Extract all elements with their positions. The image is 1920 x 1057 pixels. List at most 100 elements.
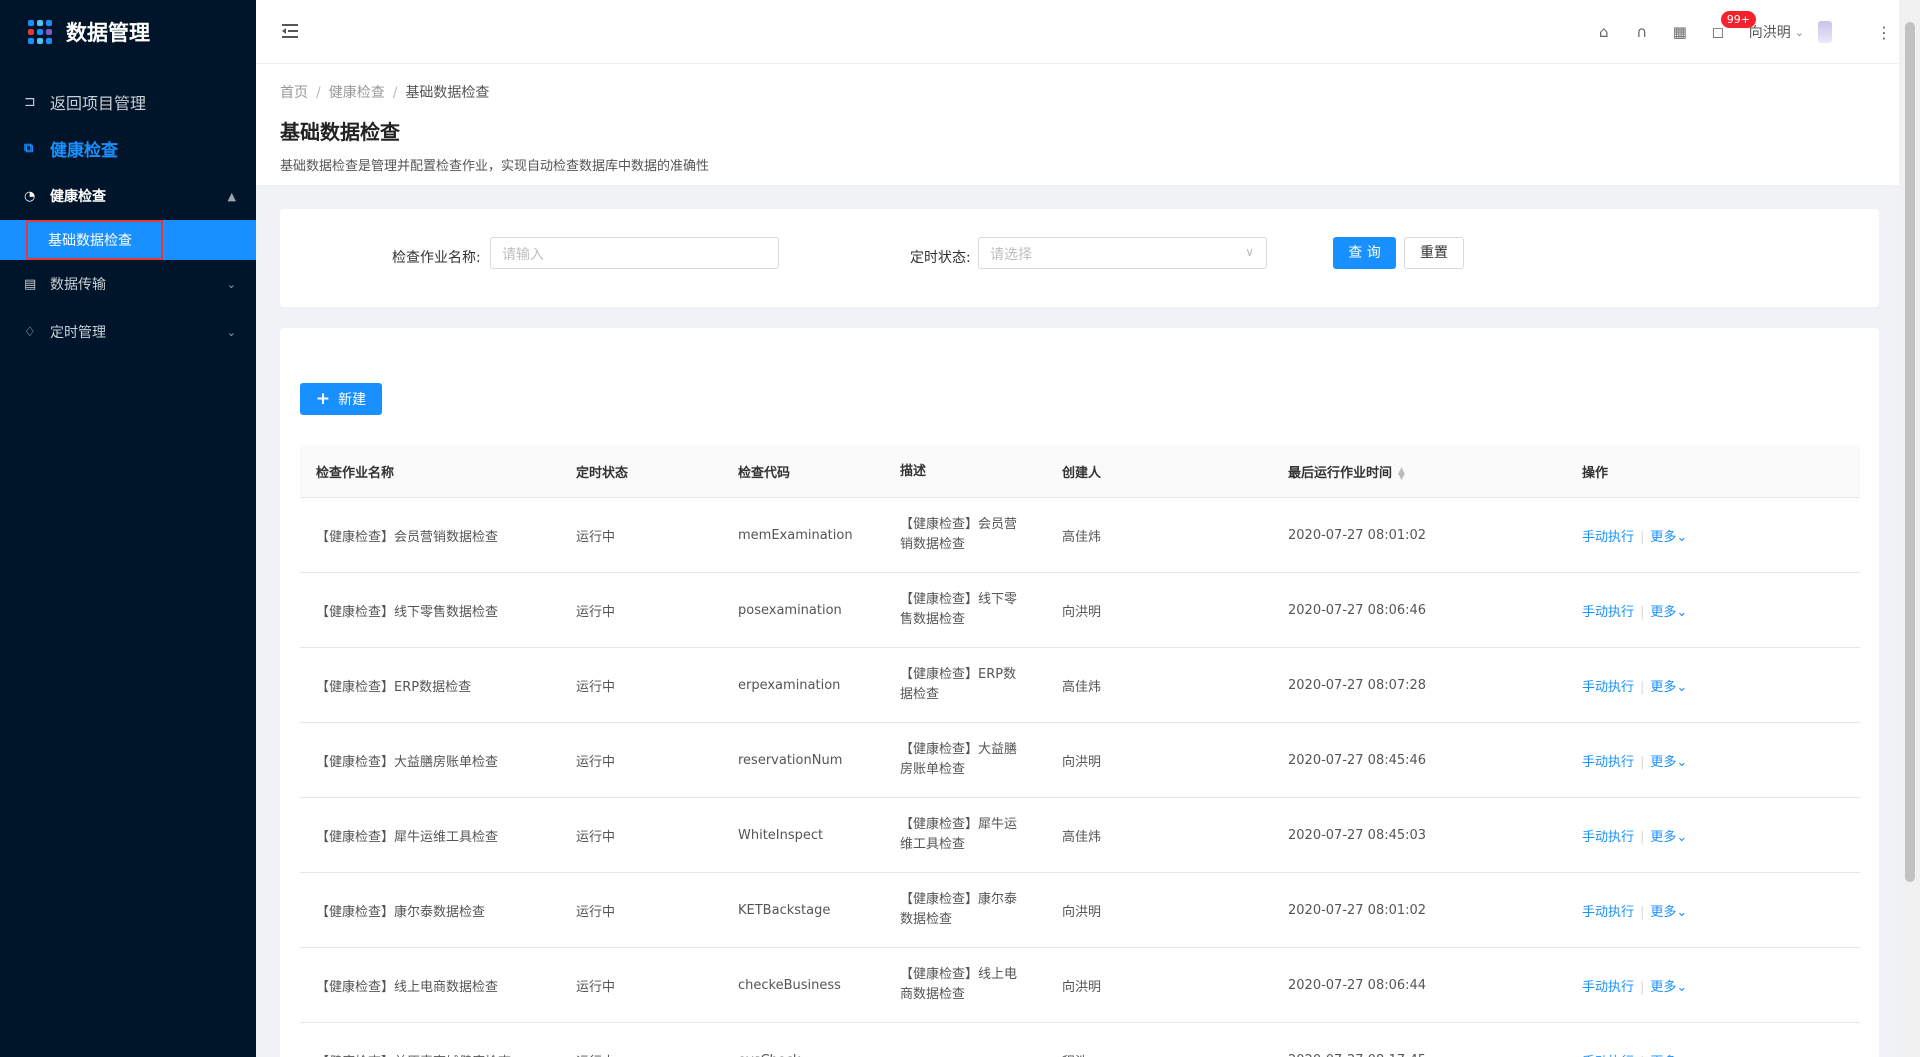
- scrollbar-thumb[interactable]: [1905, 22, 1915, 882]
- sidebar-menu-schedule[interactable]: ♢ 定时管理 ⌄: [0, 308, 256, 356]
- col-last-run-label: 最后运行作业时间: [1288, 466, 1393, 481]
- plus-icon: +: [315, 389, 331, 409]
- sidebar-menu-data-transfer[interactable]: ▤ 数据传输 ⌄: [0, 260, 256, 308]
- manual-run-link[interactable]: 手动执行: [1582, 830, 1634, 845]
- manual-run-link[interactable]: 手动执行: [1582, 980, 1634, 995]
- user-menu[interactable]: 向洪明 ⌄: [1749, 21, 1832, 43]
- more-label: 更多: [1650, 979, 1677, 995]
- app-grid-icon[interactable]: [28, 20, 52, 44]
- job-name-input[interactable]: 请输入: [490, 237, 779, 269]
- schedule-status-label: 定时状态:: [910, 250, 971, 266]
- home-icon[interactable]: ⌂: [1585, 0, 1623, 64]
- cell-description: 【健康检查】线上电商数据检查: [900, 967, 1018, 1002]
- divider: |: [1640, 829, 1645, 845]
- new-button[interactable]: + 新建: [300, 383, 382, 415]
- more-label: 更多: [1650, 604, 1677, 620]
- manual-run-link[interactable]: 手动执行: [1582, 755, 1634, 770]
- user-name: 向洪明: [1748, 25, 1791, 41]
- cell-job-name: 【健康检查】康尔泰数据检查: [316, 904, 486, 920]
- cell-description: 【健康检查】会员营销数据检查: [900, 517, 1018, 552]
- bell-icon: ◻: [1711, 23, 1724, 41]
- more-label: 更多: [1650, 679, 1677, 695]
- reset-button[interactable]: 重置: [1404, 237, 1464, 269]
- more-label: 更多: [1650, 754, 1677, 770]
- cell-status: 运行中: [576, 529, 616, 545]
- col-schedule-status: 定时状态: [576, 466, 629, 481]
- more-dropdown[interactable]: 更多⌄: [1650, 980, 1687, 995]
- menu-fold-icon[interactable]: [280, 21, 300, 41]
- table-row: 【健康检查】线上电商数据检查 运行中 checkeBusiness 【健康检查】线上电…: [300, 948, 1860, 1023]
- cell-creator: 高佳炜: [1062, 529, 1102, 545]
- menu-label: 健康检查: [50, 189, 106, 205]
- menu-label: 数据传输: [50, 277, 106, 293]
- col-job-name: 检查作业名称: [316, 466, 395, 481]
- sidebar-item-basic-data-check[interactable]: 基础数据检查: [0, 220, 256, 260]
- more-dropdown[interactable]: 更多⌄: [1650, 680, 1687, 695]
- table-row: 【健康检查】ERP数据检查 运行中 erpexamination 【健康检查】ERP数…: [300, 648, 1860, 723]
- col-last-run[interactable]: 最后运行作业时间 ▲ ▼: [1272, 462, 1566, 481]
- cell-code: WhiteInspect: [738, 827, 824, 843]
- table-row: 【健康检查】大益膳房账单检查 运行中 reservationNum 【健康检查】大益膳…: [300, 723, 1860, 798]
- brand: 数据管理: [0, 0, 256, 64]
- more-vertical-icon[interactable]: ⋮: [1876, 23, 1892, 42]
- avatar[interactable]: [1818, 21, 1832, 43]
- more-label: 更多: [1650, 904, 1677, 920]
- cell-status: 运行中: [576, 754, 616, 770]
- headset-icon[interactable]: ∩: [1623, 0, 1661, 64]
- cell-code: KETBackstage: [738, 902, 831, 918]
- divider: |: [1640, 679, 1645, 695]
- cell-creator: 高佳炜: [1062, 679, 1102, 695]
- page-description: 基础数据检查是管理并配置检查作业，实现自动检查数据库中数据的准确性: [280, 159, 710, 174]
- col-creator: 创建人: [1062, 466, 1102, 481]
- database-icon: ▤: [24, 276, 37, 292]
- section-label: 健康检查: [50, 140, 118, 161]
- schedule-status-select[interactable]: 请选择 ∨: [978, 237, 1267, 269]
- cell-job-name: 【健康检查】线下零售数据检查: [316, 604, 499, 620]
- more-label: 更多: [1650, 529, 1677, 545]
- more-dropdown[interactable]: 更多⌄: [1650, 905, 1687, 920]
- manual-run-link[interactable]: 手动执行: [1582, 680, 1634, 695]
- more-dropdown[interactable]: 更多⌄: [1650, 605, 1687, 620]
- cell-code: checkeBusiness: [738, 977, 841, 993]
- back-to-projects-link[interactable]: ⊐ 返回项目管理: [0, 80, 256, 124]
- breadcrumb-health-check[interactable]: 健康检查: [329, 85, 385, 101]
- section-health-check[interactable]: ⧉ 健康检查: [0, 124, 256, 172]
- manual-run-link[interactable]: 手动执行: [1582, 530, 1634, 545]
- divider: |: [1640, 529, 1645, 545]
- notification-bell[interactable]: ◻ 99+: [1699, 0, 1756, 64]
- cell-creator: 高佳炜: [1062, 829, 1102, 845]
- cell-description: 【健康检查】康尔泰数据检查: [900, 892, 1018, 927]
- cell-status: 运行中: [576, 904, 616, 920]
- query-button[interactable]: 查 询: [1333, 237, 1396, 269]
- chevron-down-icon: ⌄: [1676, 679, 1688, 695]
- back-icon: ⊐: [24, 94, 36, 110]
- cell-last-run: 2020-07-27 08:45:03: [1288, 827, 1427, 843]
- manual-run-link[interactable]: 手动执行: [1582, 605, 1634, 620]
- cell-status: 运行中: [576, 979, 616, 995]
- cell-last-run: 2020-07-27 08:06:44: [1288, 977, 1427, 993]
- chevron-down-icon: ⌄: [226, 325, 236, 339]
- sidebar-menu-health-check[interactable]: ◔ 健康检查 ▲: [0, 172, 256, 220]
- cell-job-name: 【健康检查】犀牛运维工具检查: [316, 829, 499, 845]
- notification-badge: 99+: [1720, 11, 1756, 28]
- more-dropdown[interactable]: 更多⌄: [1650, 530, 1687, 545]
- more-dropdown[interactable]: 更多⌄: [1650, 755, 1687, 770]
- table-row: 【健康检查】犀牛运维工具检查 运行中 WhiteInspect 【健康检查】犀牛运维工…: [300, 798, 1860, 873]
- cell-code: erpexamination: [738, 677, 841, 693]
- table-row: 【健康检查】康尔泰数据检查 运行中 KETBackstage 【健康检查】康尔泰数据检…: [300, 873, 1860, 948]
- menu-label: 定时管理: [50, 325, 106, 341]
- apps-icon[interactable]: ▦: [1661, 0, 1699, 64]
- cell-actions: 手动执行 | 更多⌄: [1566, 601, 1860, 620]
- sort-icon[interactable]: ▲ ▼: [1398, 466, 1405, 481]
- manual-run-link[interactable]: 手动执行: [1582, 905, 1634, 920]
- chevron-down-icon: ⌄: [1676, 754, 1688, 770]
- breadcrumb-home[interactable]: 首页: [280, 85, 308, 101]
- cell-actions: 手动执行 | 更多⌄: [1566, 751, 1860, 770]
- cell-last-run: 2020-07-27 08:01:02: [1288, 902, 1427, 918]
- cell-actions: 手动执行 | 更多⌄: [1566, 826, 1860, 845]
- cell-job-name: 【健康检查】ERP数据检查: [316, 679, 472, 695]
- more-dropdown[interactable]: 更多⌄: [1650, 830, 1687, 845]
- select-placeholder: 请选择: [990, 247, 1032, 263]
- cell-last-run: 2020-07-27 08:06:46: [1288, 602, 1427, 618]
- chevron-down-icon: ⌄: [1676, 979, 1688, 995]
